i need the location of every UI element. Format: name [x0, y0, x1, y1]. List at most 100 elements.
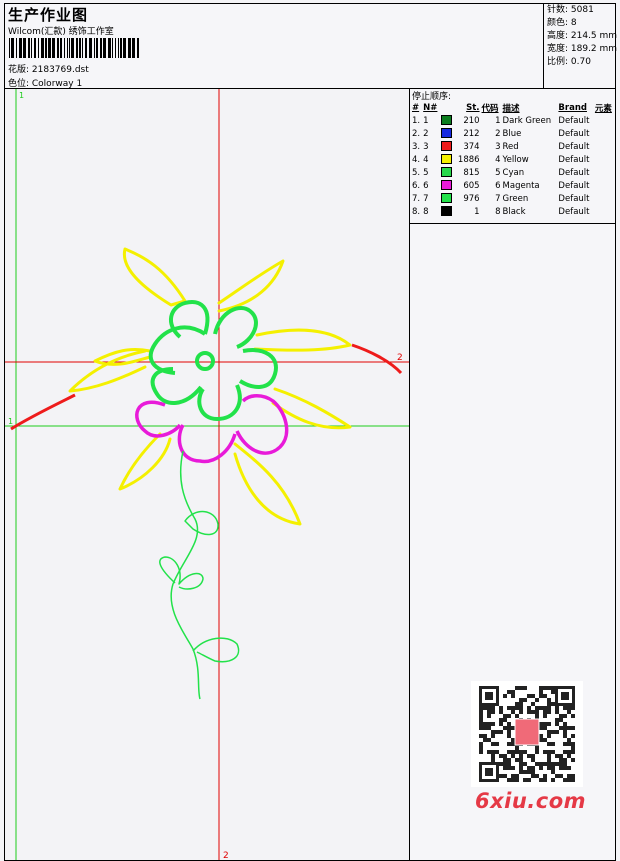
row-brand: Default [558, 180, 590, 191]
color-swatch [441, 167, 453, 178]
row-stitches: 815 [463, 167, 480, 178]
row-index: 1. [412, 115, 421, 126]
color-swatch [441, 154, 453, 165]
row-element [594, 179, 615, 192]
row-code: 1 [495, 115, 501, 126]
row-swatch [440, 205, 454, 218]
company-label: Wilcom(汇款) 绣饰工作室 [8, 27, 114, 37]
row-element [594, 114, 615, 127]
table-row: 7. 7 976 7 Green Default [411, 192, 615, 205]
row-swatch [440, 127, 454, 140]
row-brand: Default [558, 206, 590, 217]
magenta-lower-flower [135, 394, 289, 464]
table-row: 3. 3 374 3 Red Default [411, 140, 615, 153]
color-swatch [441, 141, 453, 152]
row-code: 6 [495, 180, 501, 191]
row-brand: Default [558, 193, 590, 204]
row-needle: 8 [423, 206, 429, 217]
color-swatch [441, 180, 453, 191]
row-brand: Default [558, 128, 590, 139]
table-row: 5. 5 815 5 Cyan Default [411, 166, 615, 179]
qr-code [471, 681, 583, 787]
design-canvas: 1 1 2 2 [4, 88, 410, 861]
table-row: 1. 1 210 1 Dark Green Default [411, 114, 615, 127]
row-desc: Magenta [502, 180, 540, 191]
stat-height: 高度: 214.5 mm [547, 31, 618, 41]
row-desc: Black [502, 206, 526, 217]
row-swatch [440, 140, 454, 153]
row-element [594, 140, 615, 153]
row-stitches: 605 [463, 180, 480, 191]
row-desc: Cyan [502, 167, 525, 178]
row-swatch [440, 192, 454, 205]
row-code: 2 [495, 128, 501, 139]
row-code: 5 [495, 167, 501, 178]
row-stitches: 1886 [457, 154, 480, 165]
row-swatch [440, 179, 454, 192]
barcode [9, 38, 139, 58]
green-stem [159, 450, 240, 700]
stop-sequence-table: # N# St. 代码 描述 Brand 元素 1. 1 210 1 Dark Gree… [411, 101, 615, 218]
row-index: 6. [412, 180, 421, 191]
row-brand: Default [558, 141, 590, 152]
row-stitches: 976 [463, 193, 480, 204]
row-index: 2. [412, 128, 421, 139]
row-element [594, 205, 615, 218]
col-element: 元素 [594, 103, 612, 114]
row-index: 8. [412, 206, 421, 217]
row-code: 7 [495, 193, 501, 204]
stat-colors: 颜色: 8 [547, 18, 577, 28]
color-swatch [441, 193, 453, 204]
axis-marker-red-right: 2 [397, 353, 403, 363]
row-needle: 6 [423, 180, 429, 191]
axis-marker-green-top: 1 [19, 91, 24, 100]
col-brand: Brand [558, 102, 587, 113]
row-index: 3. [412, 141, 421, 152]
table-row: 2. 2 212 2 Blue Default [411, 127, 615, 140]
watermark-logo: 6xiu.com [475, 789, 587, 813]
green-center-flower [148, 300, 278, 421]
row-stitches: 210 [463, 115, 480, 126]
row-element [594, 127, 615, 140]
row-code: 3 [495, 141, 501, 152]
design-label: 花版: 2183769.dst [8, 65, 89, 75]
row-brand: Default [558, 115, 590, 126]
embroidery-preview: 1 1 2 2 [5, 89, 409, 861]
row-element [594, 192, 615, 205]
row-index: 5. [412, 167, 421, 178]
row-desc: Blue [502, 128, 522, 139]
design-stats: 针数: 5081 颜色: 8 高度: 214.5 mm 宽度: 189.2 mm… [543, 4, 617, 88]
row-stitches: 1 [474, 206, 480, 217]
table-row: 4. 4 1886 4 Yellow Default [411, 153, 615, 166]
row-code: 8 [495, 206, 501, 217]
panel-divider [410, 223, 615, 224]
axis-marker-red-bottom: 2 [223, 851, 229, 861]
col-desc: 描述 [502, 103, 520, 114]
row-needle: 5 [423, 167, 429, 178]
red-stem-left [10, 393, 76, 431]
table-row: 6. 6 605 6 Magenta Default [411, 179, 615, 192]
row-element [594, 153, 615, 166]
row-index: 7. [412, 193, 421, 204]
row-brand: Default [558, 154, 590, 165]
row-index: 4. [412, 154, 421, 165]
row-needle: 4 [423, 154, 429, 165]
stat-stitches: 针数: 5081 [547, 5, 594, 15]
row-needle: 1 [423, 115, 429, 126]
row-desc: Green [502, 193, 529, 204]
axis-marker-green-left: 1 [8, 417, 13, 426]
row-desc: Red [502, 141, 519, 152]
row-stitches: 212 [463, 128, 480, 139]
row-needle: 3 [423, 141, 429, 152]
row-swatch [440, 153, 454, 166]
table-header-row: # N# St. 代码 描述 Brand 元素 [411, 101, 615, 114]
row-needle: 2 [423, 128, 429, 139]
row-stitches: 374 [463, 141, 480, 152]
page-title: 生产作业图 [8, 6, 89, 24]
row-code: 4 [495, 154, 501, 165]
yellow-outer-petals [68, 247, 352, 526]
col-code: 代码 [481, 103, 499, 114]
col-swatch [440, 101, 454, 114]
color-swatch [441, 115, 453, 126]
red-stem-right [351, 343, 403, 375]
